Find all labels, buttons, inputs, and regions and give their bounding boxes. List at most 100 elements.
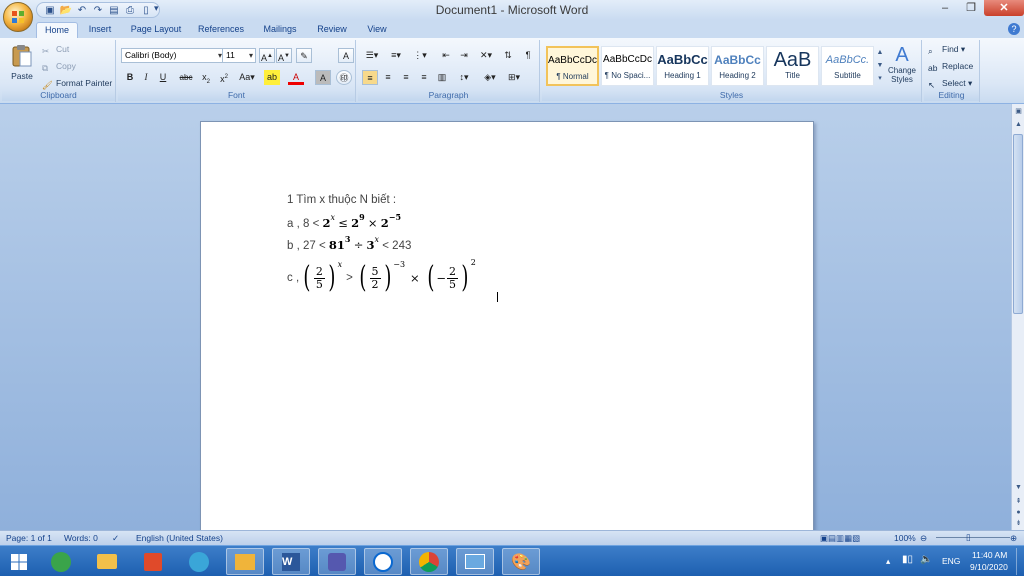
shrink-font-icon[interactable]: A▼ [276, 48, 292, 63]
bold-icon[interactable]: B [122, 70, 138, 85]
zoom-slider-thumb[interactable]: ▯ [966, 532, 971, 543]
cut-button[interactable]: ✂ Cut [42, 42, 69, 56]
photos-app-icon[interactable] [456, 548, 494, 575]
highlight-icon[interactable]: ab [264, 70, 280, 85]
folder-app-icon[interactable] [226, 548, 264, 575]
style-normal[interactable]: AaBbCcDc ¶ Normal [546, 46, 599, 86]
tab-page-layout[interactable]: Page Layout [126, 22, 186, 38]
bullets-icon[interactable]: ☰▾ [362, 48, 382, 63]
style-heading-2[interactable]: AaBbCc Heading 2 [711, 46, 764, 86]
show-hidden-icons[interactable]: ▴ [886, 556, 890, 567]
subscript-icon[interactable]: x2 [198, 70, 214, 85]
format-painter-button[interactable]: 🖌 Format Painter [42, 76, 112, 90]
font-name-combo[interactable]: Calibri (Body) [121, 48, 225, 63]
font-size-combo[interactable]: 11 [222, 48, 256, 63]
tab-review[interactable]: Review [312, 22, 352, 38]
character-border-icon[interactable]: A [338, 48, 354, 63]
show-desktop-button[interactable] [1016, 548, 1024, 575]
zoom-in-icon[interactable]: ⊕ [1010, 533, 1017, 544]
change-styles-button[interactable]: A Change Styles [885, 44, 919, 88]
enclose-characters-icon[interactable]: ㊞ [336, 70, 352, 85]
font-color-icon[interactable]: A [288, 70, 304, 85]
foxit-reader-icon[interactable] [134, 548, 172, 575]
browse-object-icon[interactable]: ● [1013, 507, 1024, 518]
restore-icon[interactable]: ❐ [958, 0, 984, 16]
ruler-toggle-icon[interactable]: ▣ [1013, 106, 1024, 117]
proofing-icon[interactable]: ✓ [112, 533, 119, 544]
decrease-indent-icon[interactable]: ⇤ [438, 48, 454, 63]
file-explorer-icon[interactable] [88, 548, 126, 575]
clock-date[interactable]: 9/10/2020 [970, 562, 1008, 572]
style-subtitle[interactable]: AaBbCc. Subtitle [821, 46, 874, 86]
paint-app-icon[interactable]: 🎨 [502, 548, 540, 575]
scroll-thumb[interactable] [1013, 134, 1023, 314]
volume-icon[interactable]: 🔈 [920, 554, 932, 565]
shading-icon[interactable]: ◈▾ [480, 70, 500, 85]
zoom-level[interactable]: 100% [894, 533, 916, 543]
zalo-app-icon[interactable] [364, 548, 402, 575]
tab-insert[interactable]: Insert [84, 22, 116, 38]
paste-button[interactable]: Paste [8, 42, 36, 88]
change-case-icon[interactable]: Aa▾ [236, 70, 258, 85]
increase-indent-icon[interactable]: ⇥ [456, 48, 472, 63]
zoom-slider-track[interactable] [936, 537, 1010, 538]
grow-font-icon[interactable]: A▲ [259, 48, 275, 63]
clear-formatting-icon[interactable]: ✎ [296, 48, 312, 63]
scroll-down-icon[interactable]: ▼ [1013, 482, 1024, 493]
select-button[interactable]: ↖ Select ▾ [928, 76, 972, 90]
minimize-icon[interactable]: – [932, 0, 958, 16]
word-app-icon[interactable]: W [272, 548, 310, 575]
close-icon[interactable]: ✕ [984, 0, 1024, 16]
distributed-icon[interactable]: ▥ [434, 70, 450, 85]
replace-button[interactable]: ab Replace [928, 59, 973, 73]
tab-view[interactable]: View [362, 22, 392, 38]
help-icon[interactable]: ? [1008, 23, 1020, 35]
align-left-icon[interactable]: ≡ [362, 70, 378, 85]
styles-scroll[interactable]: ▲ ▼ ▾ [876, 46, 884, 86]
underline-icon[interactable]: U [155, 70, 171, 85]
input-language[interactable]: ENG [942, 556, 960, 566]
tab-home[interactable]: Home [36, 22, 78, 38]
next-page-icon[interactable]: ⇟ [1013, 518, 1024, 529]
find-button[interactable]: ⌕ Find ▾ [928, 42, 965, 56]
start-button[interactable] [0, 548, 38, 575]
edge-icon[interactable] [180, 548, 218, 575]
style-title[interactable]: AaB Title [766, 46, 819, 86]
word-count[interactable]: Words: 0 [64, 533, 98, 543]
style-no-spacing[interactable]: AaBbCcDc ¶ No Spaci... [601, 46, 654, 86]
tab-references[interactable]: References [194, 22, 248, 38]
problem-part-b: b , 27 < 813 ÷ 3x < 243 [287, 234, 411, 252]
show-hide-icon[interactable]: ¶ [520, 48, 536, 63]
italic-icon[interactable]: I [138, 70, 154, 85]
copy-button[interactable]: ⧉ Copy [42, 59, 76, 73]
align-center-icon[interactable]: ≡ [380, 70, 396, 85]
multilevel-list-icon[interactable]: ⋮▾ [410, 48, 430, 63]
office-button[interactable] [3, 2, 33, 32]
teams-app-icon[interactable] [318, 548, 356, 575]
borders-icon[interactable]: ⊞▾ [504, 70, 524, 85]
coccoc-browser-icon[interactable] [42, 548, 80, 575]
language-indicator[interactable]: English (United States) [136, 533, 223, 543]
asian-layout-icon[interactable]: ✕▾ [476, 48, 496, 63]
chrome-app-icon[interactable] [410, 548, 448, 575]
character-shading-icon[interactable]: A [315, 70, 331, 85]
previous-page-icon[interactable]: ⇞ [1013, 496, 1024, 507]
numbering-icon[interactable]: ≡▾ [386, 48, 406, 63]
sort-icon[interactable]: ⇅ [500, 48, 516, 63]
strikethrough-icon[interactable]: abc [178, 70, 194, 85]
network-icon[interactable]: ▮▯ [902, 554, 913, 565]
tab-mailings[interactable]: Mailings [258, 22, 302, 38]
zoom-out-icon[interactable]: ⊖ [920, 533, 927, 544]
superscript-icon[interactable]: x2 [216, 70, 232, 85]
line-spacing-icon[interactable]: ↕▾ [454, 70, 474, 85]
clock-time[interactable]: 11:40 AM [972, 550, 1007, 560]
paste-icon [12, 45, 32, 67]
scroll-up-icon[interactable]: ▲ [1013, 119, 1024, 130]
align-right-icon[interactable]: ≡ [398, 70, 414, 85]
document-page[interactable]: 1 Tìm x thuộc N biết : a , 8 < 2x ≤ 29 ×… [200, 121, 814, 541]
style-heading-1[interactable]: AaBbCc Heading 1 [656, 46, 709, 86]
justify-icon[interactable]: ≡ [416, 70, 432, 85]
vertical-scrollbar[interactable]: ▣ ▲ ▼ ⇞ ● ⇟ [1011, 104, 1024, 530]
page-count[interactable]: Page: 1 of 1 [6, 533, 52, 543]
view-buttons[interactable]: ▣▤▥▦▧ [820, 533, 860, 544]
